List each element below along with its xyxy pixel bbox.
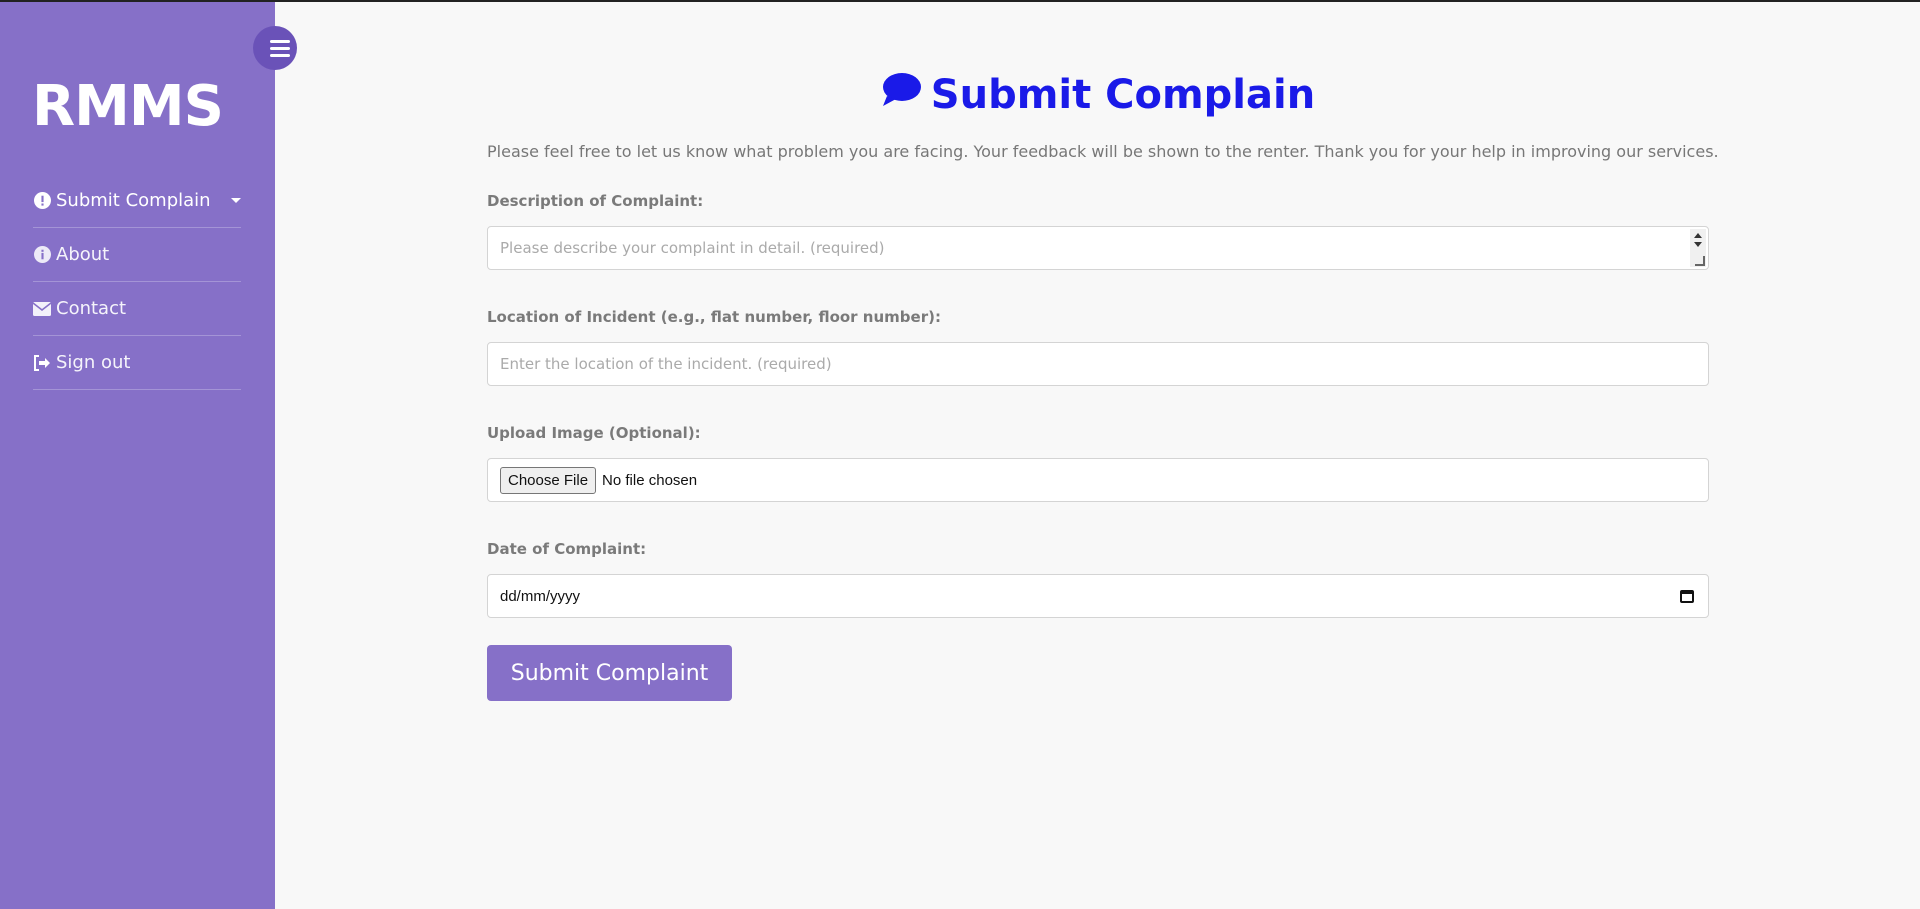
submit-complaint-button[interactable]: Submit Complaint xyxy=(487,645,732,701)
description-label: Description of Complaint: xyxy=(487,192,704,210)
exclamation-circle-icon xyxy=(33,192,51,210)
sidebar-nav: Submit Complain About Contact Sign out xyxy=(33,174,241,390)
sidebar-item-submit-complain[interactable]: Submit Complain xyxy=(33,174,241,228)
envelope-icon xyxy=(33,300,51,318)
sidebar-item-about[interactable]: About xyxy=(33,228,241,282)
comment-icon xyxy=(881,72,921,118)
info-circle-icon xyxy=(33,246,51,264)
sidebar-item-label: Submit Complain xyxy=(56,190,211,211)
sidebar-item-sign-out[interactable]: Sign out xyxy=(33,336,241,390)
description-textarea[interactable]: Please describe your complaint in detail… xyxy=(487,226,1709,270)
sidebar-toggle-button[interactable] xyxy=(253,26,297,70)
sidebar-item-label: About xyxy=(56,244,110,265)
choose-file-button[interactable]: Choose File xyxy=(500,466,597,494)
page-title: Submit Complain xyxy=(487,72,1709,118)
date-value: dd/mm/yyyy xyxy=(500,587,581,605)
page-title-text: Submit Complain xyxy=(930,72,1316,118)
sidebar-item-label: Contact xyxy=(56,298,127,319)
date-input[interactable]: dd/mm/yyyy xyxy=(487,574,1709,618)
intro-text: Please feel free to let us know what pro… xyxy=(487,142,1719,161)
location-placeholder: Enter the location of the incident. (req… xyxy=(500,355,832,373)
brand-logo[interactable]: RMMS xyxy=(32,74,224,139)
upload-field: Choose File No file chosen xyxy=(487,458,1709,502)
upload-label: Upload Image (Optional): xyxy=(487,424,701,442)
sidebar: RMMS Submit Complain About Contact Sign xyxy=(0,2,275,909)
menu-icon xyxy=(270,39,290,57)
caret-down-icon[interactable] xyxy=(231,198,241,203)
calendar-icon[interactable] xyxy=(1680,590,1694,603)
location-input[interactable]: Enter the location of the incident. (req… xyxy=(487,342,1709,386)
location-label: Location of Incident (e.g., flat number,… xyxy=(487,308,941,326)
description-placeholder: Please describe your complaint in detail… xyxy=(500,239,885,257)
file-status: No file chosen xyxy=(602,471,698,489)
sidebar-item-contact[interactable]: Contact xyxy=(33,282,241,336)
date-label: Date of Complaint: xyxy=(487,540,647,558)
sign-out-icon xyxy=(33,354,51,372)
sidebar-item-label: Sign out xyxy=(56,352,131,373)
resize-handle-icon[interactable] xyxy=(1695,256,1705,266)
